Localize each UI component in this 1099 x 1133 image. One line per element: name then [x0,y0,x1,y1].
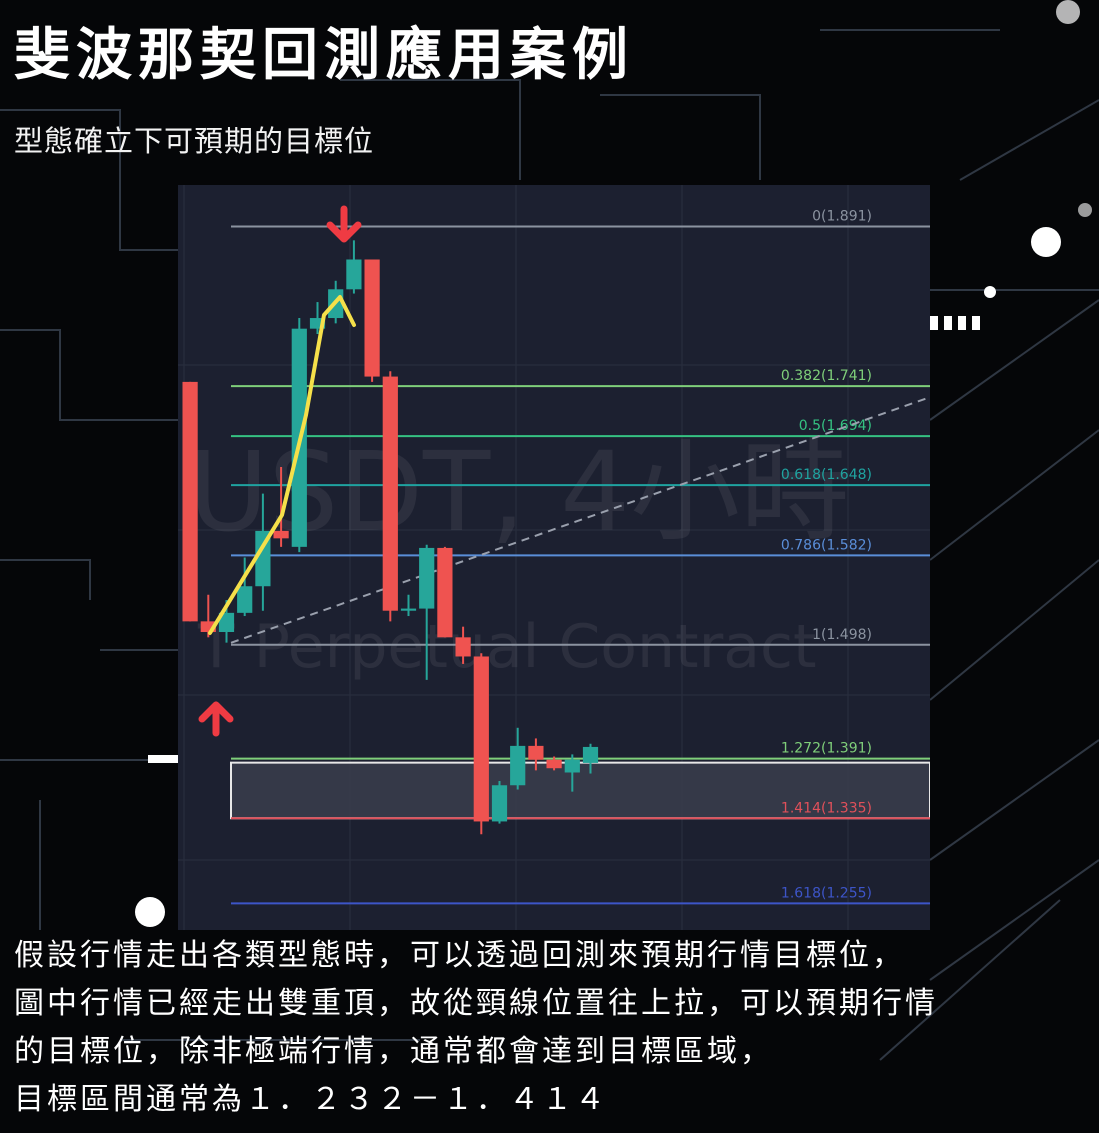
candle-body [237,586,253,613]
candle-body [364,259,380,377]
candle-body [382,376,398,611]
page-title: 斐波那契回測應用案例 [14,23,634,88]
fib-level-label: 0.618(1.648) [781,467,872,483]
fib-level-label: 1.414(1.335) [781,800,872,816]
chart-svg: USDT, 4小時T Perpetual Contract0(1.891)0.3… [178,185,930,930]
fib-level-label: 1.272(1.391) [781,741,872,757]
description-line-3: 的目標位，除非極端行情，通常都會達到目標區域， [14,1034,773,1069]
candle-body [564,759,580,773]
candlestick-chart: USDT, 4小時 T Perpetual Contract 0(1.891) 0.3… [178,185,930,930]
fib-level-label: 0(1.891) [812,209,872,225]
fib-level-label: 0.382(1.741) [781,368,872,384]
fib-level-label: 1(1.498) [812,627,872,643]
candle-body [473,656,489,822]
fib-level-label: 1.618(1.255) [781,885,872,901]
arrow-down-icon [326,205,362,243]
page-subtitle: 型態確立下可預期的目標位 [14,124,375,158]
candle-body [491,785,508,822]
candle-body [182,381,198,622]
description-text: 假設行情走出各類型態時，可以透過回測來預期行情目標位， 圖中行情已經走出雙重頂，… [14,932,1094,1124]
description-line-2: 圖中行情已經走出雙重頂，故從頸線位置往上拉，可以預期行情 [14,986,938,1021]
arrow-up-icon [198,701,234,737]
candle-body [346,259,362,290]
candle-body [546,759,562,769]
candle-body [273,530,289,539]
fib-level-label: 0.786(1.582) [781,537,872,553]
candle-body [510,745,526,786]
candle-body [400,608,417,611]
fib-level-label: 0.5(1.694) [799,418,872,434]
candle-body [582,746,599,763]
candle-body [528,745,544,760]
candle-body [437,547,453,638]
candle-body [455,637,471,657]
candle-body [419,547,435,609]
description-line-4: 目標區間通常為１．２３２－１．４１４ [14,1082,608,1117]
description-line-1: 假設行情走出各類型態時，可以透過回測來預期行情目標位， [14,938,905,973]
